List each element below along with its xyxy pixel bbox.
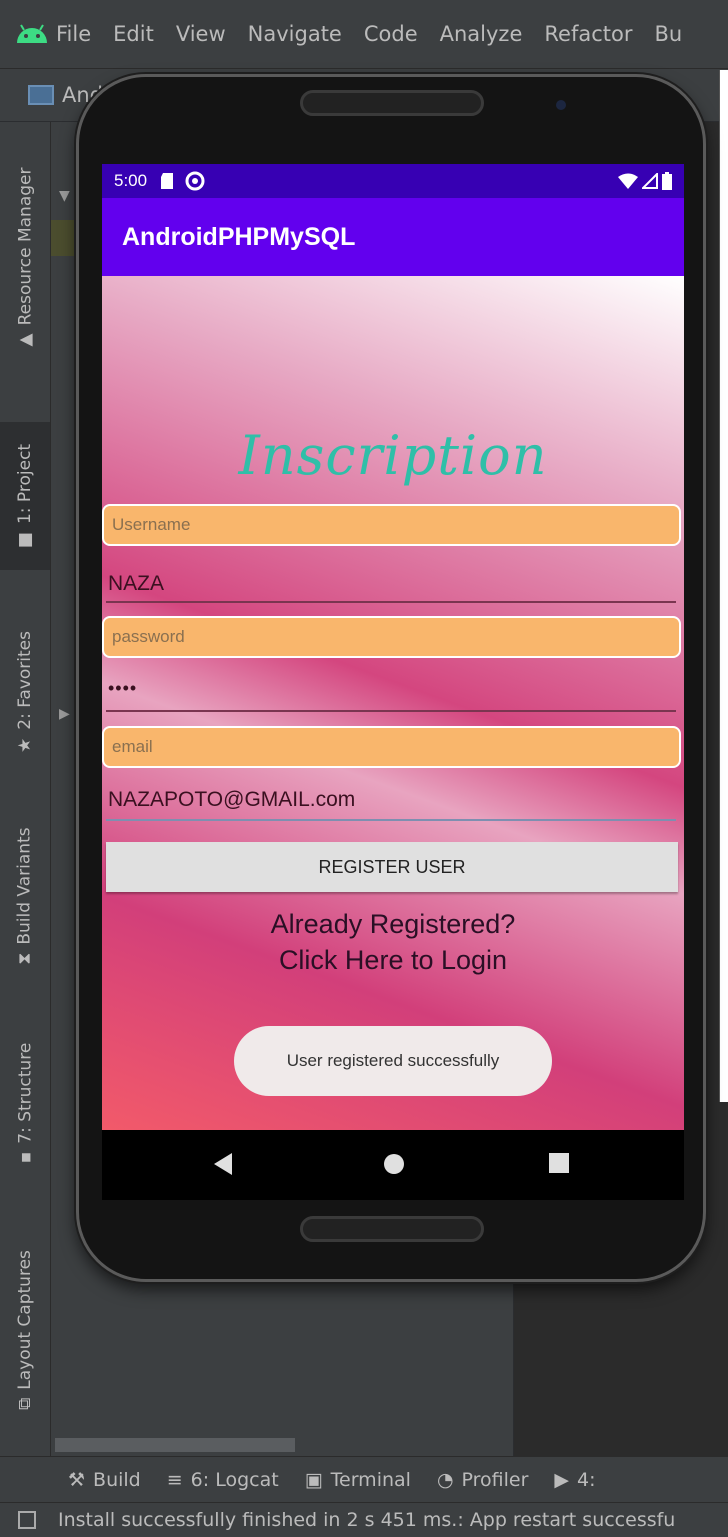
recents-icon[interactable] <box>548 1152 570 1174</box>
username-placeholder: Username <box>112 515 191 534</box>
front-camera <box>556 100 566 110</box>
terminal-icon: ▣ <box>304 1469 323 1491</box>
tab-build[interactable]: ⚒ Build <box>68 1469 141 1491</box>
signal-icon <box>642 173 658 189</box>
wifi-icon <box>618 173 638 189</box>
username-field[interactable]: Username <box>102 504 681 546</box>
app-bar: AndroidPHPMySQL <box>102 198 684 276</box>
tab-label: Layout Captures <box>15 1250 36 1390</box>
collapse-arrow-icon[interactable]: ▶ <box>59 706 70 722</box>
android-nav-bar <box>102 1130 684 1200</box>
top-speaker <box>300 90 484 116</box>
menu-code[interactable]: Code <box>364 22 418 46</box>
tab-label: Profiler <box>461 1469 529 1491</box>
android-studio-logo-icon <box>8 0 56 68</box>
tab-label: 4: <box>577 1469 596 1491</box>
tab-run[interactable]: ▶ 4: <box>554 1469 595 1491</box>
status-message: Install successfully finished in 2 s 451… <box>58 1509 676 1531</box>
run-icon: ▶ <box>554 1469 570 1491</box>
email-placeholder: email <box>112 737 153 756</box>
menu-build[interactable]: Bu <box>654 22 682 46</box>
horizontal-scrollbar[interactable] <box>55 1438 295 1452</box>
password-placeholder: password <box>112 627 185 646</box>
android-status-bar: 5:00 <box>102 164 684 198</box>
left-tool-strip: ▲ Resource Manager ■ 1: Project ★ 2: Favori… <box>0 122 51 1456</box>
tab-project[interactable]: ■ 1: Project <box>0 422 50 570</box>
tab-label: 7: Structure <box>15 1042 35 1144</box>
layout-preview <box>719 70 728 1102</box>
toast-message: User registered successfully <box>234 1026 552 1096</box>
password-field[interactable]: password <box>102 616 681 658</box>
build-variants-icon: ⧗ <box>15 952 36 965</box>
status-bar: Install successfully finished in 2 s 451… <box>0 1502 728 1537</box>
login-line-1: Already Registered? <box>270 909 516 939</box>
login-line-2: Click Here to Login <box>278 945 508 975</box>
tab-structure[interactable]: ▪ 7: Structure <box>0 1028 50 1178</box>
login-link[interactable]: Already Registered? Click Here to Login <box>102 906 684 978</box>
tab-label: Resource Manager <box>15 167 35 326</box>
tab-label: 2: Favorites <box>15 631 35 730</box>
menu-edit[interactable]: Edit <box>113 22 154 46</box>
tab-layout-captures[interactable]: ⧉ Layout Captures <box>0 1232 50 1428</box>
bottom-tool-bar: ⚒ Build ≡ 6: Logcat ▣ Terminal ◔ Profiler ▶ 4… <box>0 1456 728 1503</box>
back-icon[interactable] <box>212 1152 234 1176</box>
expand-arrow-icon[interactable]: ▼ <box>59 188 70 204</box>
data-saver-icon <box>185 171 205 191</box>
status-toggle-icon[interactable] <box>18 1511 36 1529</box>
tab-terminal[interactable]: ▣ Terminal <box>305 1469 411 1491</box>
username-input[interactable]: NAZA <box>108 572 164 596</box>
status-time: 5:00 <box>114 171 148 190</box>
folder-icon: ■ <box>15 532 35 549</box>
email-field[interactable]: email <box>102 726 681 768</box>
phone-screen: 5:00 AndroidPHPMySQL Inscription Usernam… <box>102 164 684 1200</box>
email-underline <box>106 819 676 821</box>
home-icon[interactable] <box>382 1152 406 1176</box>
bottom-speaker <box>300 1216 484 1242</box>
username-underline <box>106 601 676 603</box>
password-input[interactable]: •••• <box>108 678 137 699</box>
project-window-icon <box>28 85 54 105</box>
menu-analyze[interactable]: Analyze <box>440 22 523 46</box>
structure-icon: ▪ <box>15 1151 35 1164</box>
menu-file[interactable]: File <box>56 22 91 46</box>
tab-label: Build <box>93 1469 141 1491</box>
tab-favorites[interactable]: ★ 2: Favorites <box>0 612 50 772</box>
form-heading: Inscription <box>238 424 548 487</box>
menu-bar: File Edit View Navigate Code Analyze Ref… <box>0 0 728 69</box>
tab-label: Terminal <box>330 1469 411 1491</box>
app-title: AndroidPHPMySQL <box>122 222 356 251</box>
tab-logcat[interactable]: ≡ 6: Logcat <box>167 1469 279 1491</box>
tab-resource-manager[interactable]: ▲ Resource Manager <box>0 142 50 372</box>
tab-profiler[interactable]: ◔ Profiler <box>437 1469 528 1491</box>
register-user-button[interactable]: REGISTER USER <box>106 842 678 892</box>
email-input[interactable]: NAZAPOTO@GMAIL.com <box>108 788 355 812</box>
tab-label: 1: Project <box>15 443 35 525</box>
password-underline <box>106 710 676 712</box>
resource-manager-icon: ▲ <box>15 333 35 347</box>
menu-refactor[interactable]: Refactor <box>544 22 632 46</box>
tab-build-variants[interactable]: ⧗ Build Variants <box>0 808 50 984</box>
layout-captures-icon: ⧉ <box>15 1397 36 1410</box>
menu-navigate[interactable]: Navigate <box>248 22 342 46</box>
tab-label: Build Variants <box>15 827 36 945</box>
battery-icon <box>662 172 672 190</box>
hammer-icon: ⚒ <box>68 1469 86 1491</box>
star-icon: ★ <box>15 737 35 753</box>
tab-label: 6: Logcat <box>190 1469 279 1491</box>
registration-form: Inscription Username NAZA password •••• … <box>102 276 684 1130</box>
menu-view[interactable]: View <box>176 22 226 46</box>
profiler-icon: ◔ <box>436 1469 454 1491</box>
sd-card-icon <box>161 173 174 189</box>
logcat-icon: ≡ <box>166 1469 183 1491</box>
